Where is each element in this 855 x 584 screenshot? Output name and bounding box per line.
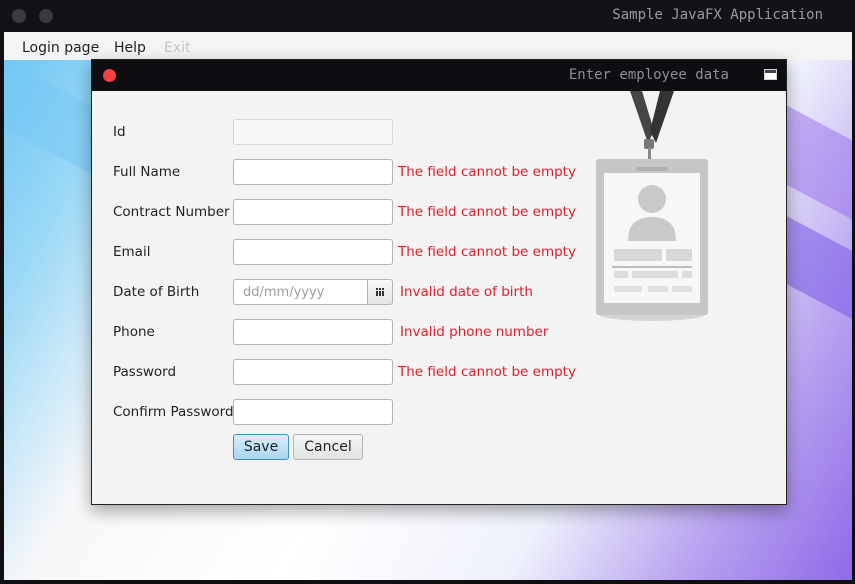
menu-login-page[interactable]: Login page [22,40,99,56]
email-field[interactable] [233,239,393,265]
phone-error: Invalid phone number [400,324,549,340]
date-of-birth-field[interactable]: dd/mm/yyyy [233,279,367,305]
date-of-birth-error: Invalid date of birth [400,284,533,300]
confirm-password-label: Confirm Password [113,404,234,420]
dialog-title: Enter employee data [568,67,729,83]
id-field [233,119,393,145]
save-button[interactable]: Save [233,434,289,460]
full-name-label: Full Name [113,164,181,180]
cancel-button[interactable]: Cancel [293,434,363,460]
date-of-birth-picker: dd/mm/yyyy [233,279,393,305]
employee-dialog: Enter employee data Id Full Name The fie… [91,59,787,505]
window-control-button[interactable] [12,9,26,23]
window-title: Sample JavaFX Application [612,7,823,23]
password-error: The field cannot be empty [398,364,576,380]
password-field[interactable] [233,359,393,385]
id-label: Id [113,124,126,140]
employee-id-badge-icon [590,91,730,331]
full-name-field[interactable] [233,159,393,185]
full-name-error: The field cannot be empty [398,164,576,180]
email-error: The field cannot be empty [398,244,576,260]
date-picker-button[interactable] [367,279,393,305]
date-of-birth-label: Date of Birth [113,284,200,300]
confirm-password-field[interactable] [233,399,393,425]
main-window-titlebar[interactable]: Sample JavaFX Application [0,0,855,32]
calendar-icon [376,288,385,296]
badge-illustration [596,91,708,321]
phone-label: Phone [113,324,155,340]
close-button[interactable] [103,69,116,82]
menu-exit: Exit [164,40,191,56]
contract-number-label: Contract Number [113,204,230,220]
window-bottom-edge [0,580,855,584]
window-control-button[interactable] [39,9,53,23]
contract-number-error: The field cannot be empty [398,204,576,220]
password-label: Password [113,364,177,380]
menu-help[interactable]: Help [114,40,146,56]
dialog-titlebar[interactable]: Enter employee data [92,60,786,91]
maximize-icon[interactable] [764,69,777,80]
phone-field[interactable] [233,319,393,345]
contract-number-field[interactable] [233,199,393,225]
email-label: Email [113,244,151,260]
menubar: Login page Help Exit [4,32,852,60]
